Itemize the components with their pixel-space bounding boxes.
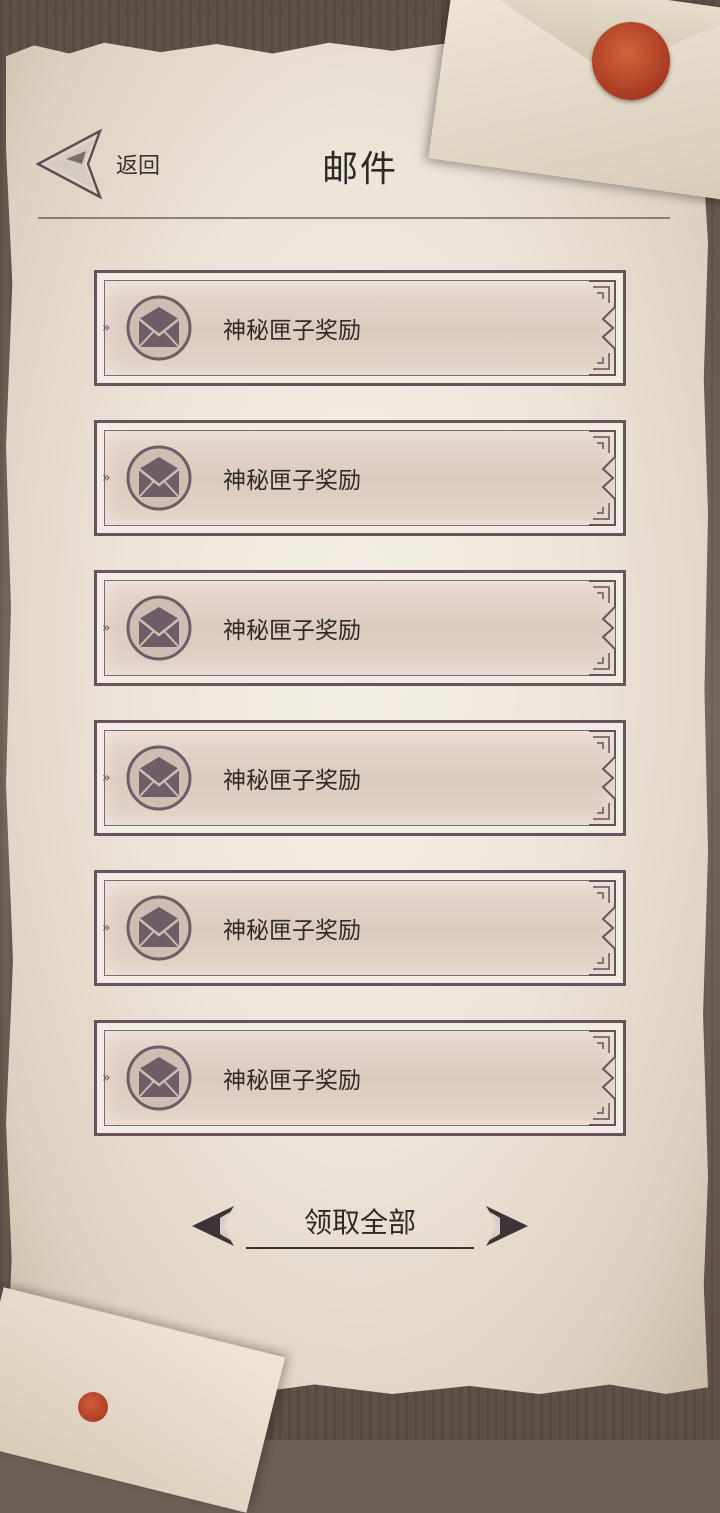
chevron-right-icon: » — [102, 1070, 111, 1086]
chevron-right-icon: » — [102, 470, 111, 486]
mail-item[interactable]: » 神秘匣子奖励 — [94, 420, 626, 536]
wax-seal-small-icon — [78, 1392, 108, 1422]
mail-list: » 神秘匣子奖励 » 神秘匣子奖励 » 神秘匣子奖励 » 神秘匣子奖励 » 神秘… — [94, 270, 626, 1170]
mail-item[interactable]: » 神秘匣子奖励 — [94, 870, 626, 986]
ornament-corner-icon — [589, 280, 616, 376]
mail-item[interactable]: » 神秘匣子奖励 — [94, 570, 626, 686]
mail-item[interactable]: » 神秘匣子奖励 — [94, 720, 626, 836]
ornament-corner-icon — [589, 580, 616, 676]
mail-item[interactable]: » 神秘匣子奖励 — [94, 270, 626, 386]
envelope-icon — [126, 1045, 192, 1111]
envelope-icon — [126, 895, 192, 961]
envelope-icon — [126, 295, 192, 361]
arrow-right-icon — [486, 1206, 528, 1246]
mail-item-label: 神秘匣子奖励 — [223, 1068, 361, 1094]
mail-item-label: 神秘匣子奖励 — [223, 768, 361, 794]
mail-item-label: 神秘匣子奖励 — [223, 618, 361, 644]
envelope-icon — [126, 745, 192, 811]
claim-all-row: 领取全部 — [190, 1200, 530, 1256]
header-divider — [38, 217, 670, 219]
mail-item[interactable]: » 神秘匣子奖励 — [94, 1020, 626, 1136]
envelope-icon — [126, 595, 192, 661]
chevron-right-icon: » — [102, 770, 111, 786]
claim-all-underline — [246, 1247, 474, 1249]
chevron-right-icon: » — [102, 320, 111, 336]
ornament-corner-icon — [589, 880, 616, 976]
ornament-corner-icon — [589, 430, 616, 526]
wax-seal-icon — [592, 22, 670, 100]
ornament-corner-icon — [589, 730, 616, 826]
chevron-right-icon: » — [102, 620, 111, 636]
mail-item-label: 神秘匣子奖励 — [223, 318, 361, 344]
envelope-icon — [126, 445, 192, 511]
mail-item-label: 神秘匣子奖励 — [223, 918, 361, 944]
chevron-right-icon: » — [102, 920, 111, 936]
ornament-corner-icon — [589, 1030, 616, 1126]
claim-all-button[interactable]: 领取全部 — [246, 1200, 474, 1250]
mail-item-label: 神秘匣子奖励 — [223, 468, 361, 494]
page-title: 邮件 — [321, 149, 398, 190]
arrow-left-icon — [192, 1206, 234, 1246]
